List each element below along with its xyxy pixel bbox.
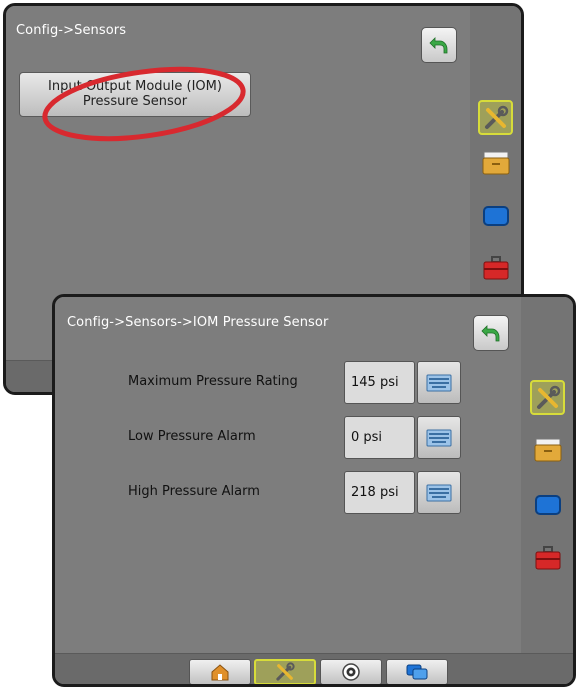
tools-icon [276,662,295,681]
folder-icon [482,151,509,174]
system-tab[interactable] [530,540,565,575]
keyboard-icon [426,374,452,391]
back-arrow-icon [429,37,448,54]
high-pressure-keyboard-button[interactable] [417,471,461,514]
max-pressure-label: Maximum Pressure Rating [128,374,298,389]
main-area: Config->Sensors->IOM Pressure Sensor Max… [55,297,521,654]
max-pressure-value[interactable]: 145 psi [344,361,415,404]
display-tab[interactable] [530,487,565,522]
display-icon [482,205,509,226]
low-pressure-alarm-value[interactable]: 0 psi [344,416,415,459]
max-pressure-keyboard-button[interactable] [417,361,461,404]
data-tab[interactable] [478,145,513,180]
tools-icon [536,385,560,409]
breadcrumb: Config->Sensors->IOM Pressure Sensor [67,315,329,330]
keyboard-icon [426,484,452,501]
low-pressure-alarm-label: Low Pressure Alarm [128,429,256,444]
back-button[interactable] [421,27,457,63]
data-transfer-tab[interactable] [386,659,448,684]
high-pressure-alarm-value[interactable]: 218 psi [344,471,415,514]
toolbox-icon [483,255,508,279]
display-tab[interactable] [478,198,513,233]
tools-bottom-tab[interactable] [254,659,316,684]
back-arrow-icon [481,325,500,342]
low-pressure-keyboard-button[interactable] [417,416,461,459]
back-button[interactable] [473,315,509,351]
tools-tab[interactable] [478,100,513,135]
display-icon [534,494,561,515]
camera-tab[interactable] [320,659,382,684]
home-tab[interactable] [189,659,251,684]
data-tab[interactable] [530,432,565,467]
folder-icon [534,438,561,461]
breadcrumb: Config->Sensors [16,23,127,38]
iom-pressure-sensor-screen: Config->Sensors->IOM Pressure Sensor Max… [52,294,576,687]
tools-tab[interactable] [530,380,565,415]
high-pressure-alarm-label: High Pressure Alarm [128,484,260,499]
home-icon [211,664,229,681]
keyboard-icon [426,429,452,446]
highlight-circle [42,66,246,142]
data-transfer-icon [406,664,428,680]
tools-icon [484,105,508,129]
toolbox-icon [535,545,560,569]
sidebar [521,297,573,684]
system-tab[interactable] [478,250,513,285]
camera-icon [342,663,360,681]
